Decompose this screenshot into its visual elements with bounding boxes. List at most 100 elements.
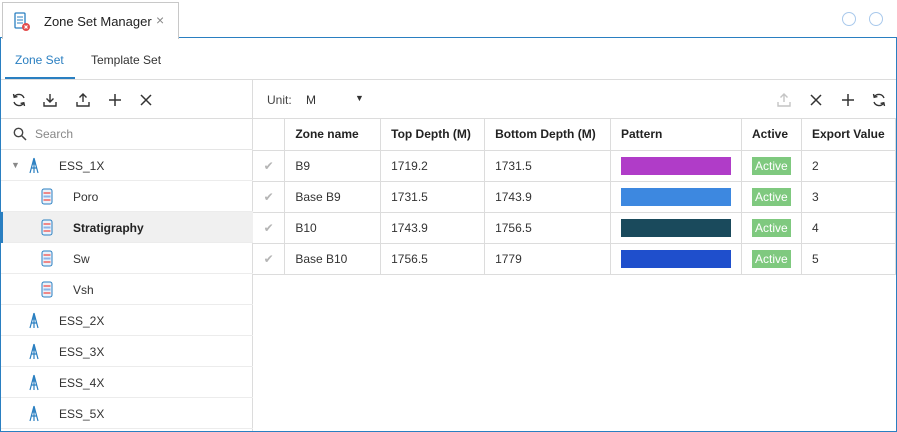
add-icon[interactable] — [840, 92, 856, 108]
table-row[interactable]: ✔ Base B10 1756.5 1779 Active 5 — [253, 243, 897, 275]
zone-set-icon — [41, 219, 53, 236]
column-header-export-value[interactable]: Export Value — [801, 119, 897, 151]
top-depth-cell[interactable]: 1743.9 — [380, 212, 486, 244]
tree-item-stratigraphy[interactable]: Stratigraphy — [0, 212, 253, 243]
pattern-swatch[interactable] — [620, 249, 731, 268]
table-row[interactable]: ✔ B9 1719.2 1731.5 Active 2 — [253, 150, 897, 182]
pattern-swatch[interactable] — [620, 218, 731, 237]
add-icon[interactable] — [107, 92, 123, 108]
tree-item-label: ESS_5X — [59, 407, 105, 421]
active-badge[interactable]: Active — [751, 249, 791, 268]
top-depth-cell[interactable]: 1719.2 — [380, 150, 486, 182]
close-icon[interactable]: × — [156, 12, 164, 28]
close-circle-icon[interactable] — [869, 12, 883, 26]
table-row[interactable]: ✔ B10 1743.9 1756.5 Active 4 — [253, 212, 897, 244]
check-icon[interactable]: ✔ — [253, 181, 286, 213]
check-icon[interactable]: ✔ — [253, 243, 286, 275]
document-tab-strip: Zone Set Manager × — [0, 0, 897, 39]
refresh-icon[interactable] — [871, 92, 887, 108]
table-row[interactable]: ✔ Base B9 1731.5 1743.9 Active 3 — [253, 181, 897, 213]
pattern-swatch[interactable] — [620, 156, 731, 175]
tree-item-ess-3x[interactable]: ESS_3X — [1, 336, 253, 367]
zone-name-cell[interactable]: B10 — [284, 212, 382, 244]
tree-item-label: ESS_4X — [59, 376, 105, 390]
column-header-active[interactable]: Active — [741, 119, 802, 151]
active-cell[interactable]: Active — [741, 212, 802, 244]
active-cell[interactable]: Active — [741, 181, 802, 213]
caret-down-icon[interactable]: ▼ — [11, 160, 20, 170]
unit-select[interactable]: M — [306, 93, 316, 107]
column-header-zone-name[interactable]: Zone name — [284, 119, 382, 151]
active-cell[interactable]: Active — [741, 150, 802, 182]
export-value-cell[interactable]: 5 — [801, 243, 897, 275]
check-icon[interactable]: ✔ — [253, 150, 286, 182]
bottom-depth-cell[interactable]: 1756.5 — [484, 212, 611, 244]
bottom-depth-cell[interactable]: 1779 — [484, 243, 611, 275]
pattern-cell[interactable] — [610, 150, 742, 182]
pattern-cell[interactable] — [610, 212, 742, 244]
bottom-depth-cell[interactable]: 1731.5 — [484, 150, 611, 182]
pattern-cell[interactable] — [610, 181, 742, 213]
sub-tab-bar: Zone Set Template Set — [1, 39, 896, 80]
left-toolbar — [1, 80, 253, 119]
zone-set-icon — [41, 281, 53, 298]
active-badge[interactable]: Active — [751, 187, 791, 206]
zone-set-icon — [41, 250, 53, 267]
refresh-icon[interactable] — [11, 92, 27, 108]
right-toolbar: Unit: M ▼ — [253, 80, 896, 119]
zone-set-icon — [41, 188, 53, 205]
column-header-top-depth[interactable]: Top Depth (M) — [380, 119, 486, 151]
tree-item-label: ESS_3X — [59, 345, 105, 359]
tree-item-label: Stratigraphy — [73, 221, 144, 235]
well-icon — [29, 343, 39, 360]
export-icon[interactable] — [75, 92, 91, 108]
tree-item-vsh[interactable]: Vsh — [1, 274, 253, 305]
export-icon[interactable] — [776, 92, 792, 108]
top-depth-cell[interactable]: 1756.5 — [380, 243, 486, 275]
caret-down-icon[interactable]: ▼ — [355, 93, 364, 103]
tree-item-label: ESS_2X — [59, 314, 105, 328]
tab-zone-set[interactable]: Zone Set — [15, 53, 64, 67]
pattern-cell[interactable] — [610, 243, 742, 275]
tree-item-label: Sw — [73, 252, 90, 266]
active-tab-indicator — [5, 77, 75, 79]
active-cell[interactable]: Active — [741, 243, 802, 275]
import-icon[interactable] — [42, 92, 58, 108]
tree-item-ess-2x[interactable]: ESS_2X — [1, 305, 253, 336]
table-header-row: Zone name Top Depth (M) Bottom Depth (M)… — [253, 119, 897, 151]
unit-label: Unit: — [267, 93, 292, 107]
zone-name-cell[interactable]: Base B10 — [284, 243, 382, 275]
zone-table: Zone name Top Depth (M) Bottom Depth (M)… — [253, 119, 897, 275]
bottom-depth-cell[interactable]: 1743.9 — [484, 181, 611, 213]
export-value-cell[interactable]: 3 — [801, 181, 897, 213]
zone-name-cell[interactable]: Base B9 — [284, 181, 382, 213]
close-icon[interactable] — [138, 92, 154, 108]
column-header-check — [253, 119, 286, 151]
well-icon — [29, 157, 39, 174]
pattern-swatch[interactable] — [620, 187, 731, 206]
top-depth-cell[interactable]: 1731.5 — [380, 181, 486, 213]
search-input[interactable] — [35, 125, 235, 143]
tab-template-set[interactable]: Template Set — [91, 53, 161, 67]
search-icon — [13, 127, 27, 141]
search-box — [1, 119, 253, 150]
column-header-bottom-depth[interactable]: Bottom Depth (M) — [484, 119, 611, 151]
tab-zone-set-manager[interactable]: Zone Set Manager × — [2, 2, 179, 39]
export-value-cell[interactable]: 2 — [801, 150, 897, 182]
restore-icon[interactable] — [842, 12, 856, 26]
tree-item-sw[interactable]: Sw — [1, 243, 253, 274]
check-icon[interactable]: ✔ — [253, 212, 286, 244]
active-badge[interactable]: Active — [751, 218, 791, 237]
tree-item-ess-1x[interactable]: ▼ ESS_1X — [1, 150, 253, 181]
tree-item-label: ESS_1X — [59, 159, 105, 173]
tab-title: Zone Set Manager — [44, 14, 152, 29]
active-badge[interactable]: Active — [751, 156, 791, 175]
tree-item-ess-4x[interactable]: ESS_4X — [1, 367, 253, 398]
close-icon[interactable] — [808, 92, 824, 108]
zone-name-cell[interactable]: B9 — [284, 150, 382, 182]
tree-item-poro[interactable]: Poro — [1, 181, 253, 212]
zone-manager-icon — [14, 12, 30, 31]
column-header-pattern[interactable]: Pattern — [610, 119, 742, 151]
export-value-cell[interactable]: 4 — [801, 212, 897, 244]
tree-item-ess-5x[interactable]: ESS_5X — [1, 398, 253, 429]
